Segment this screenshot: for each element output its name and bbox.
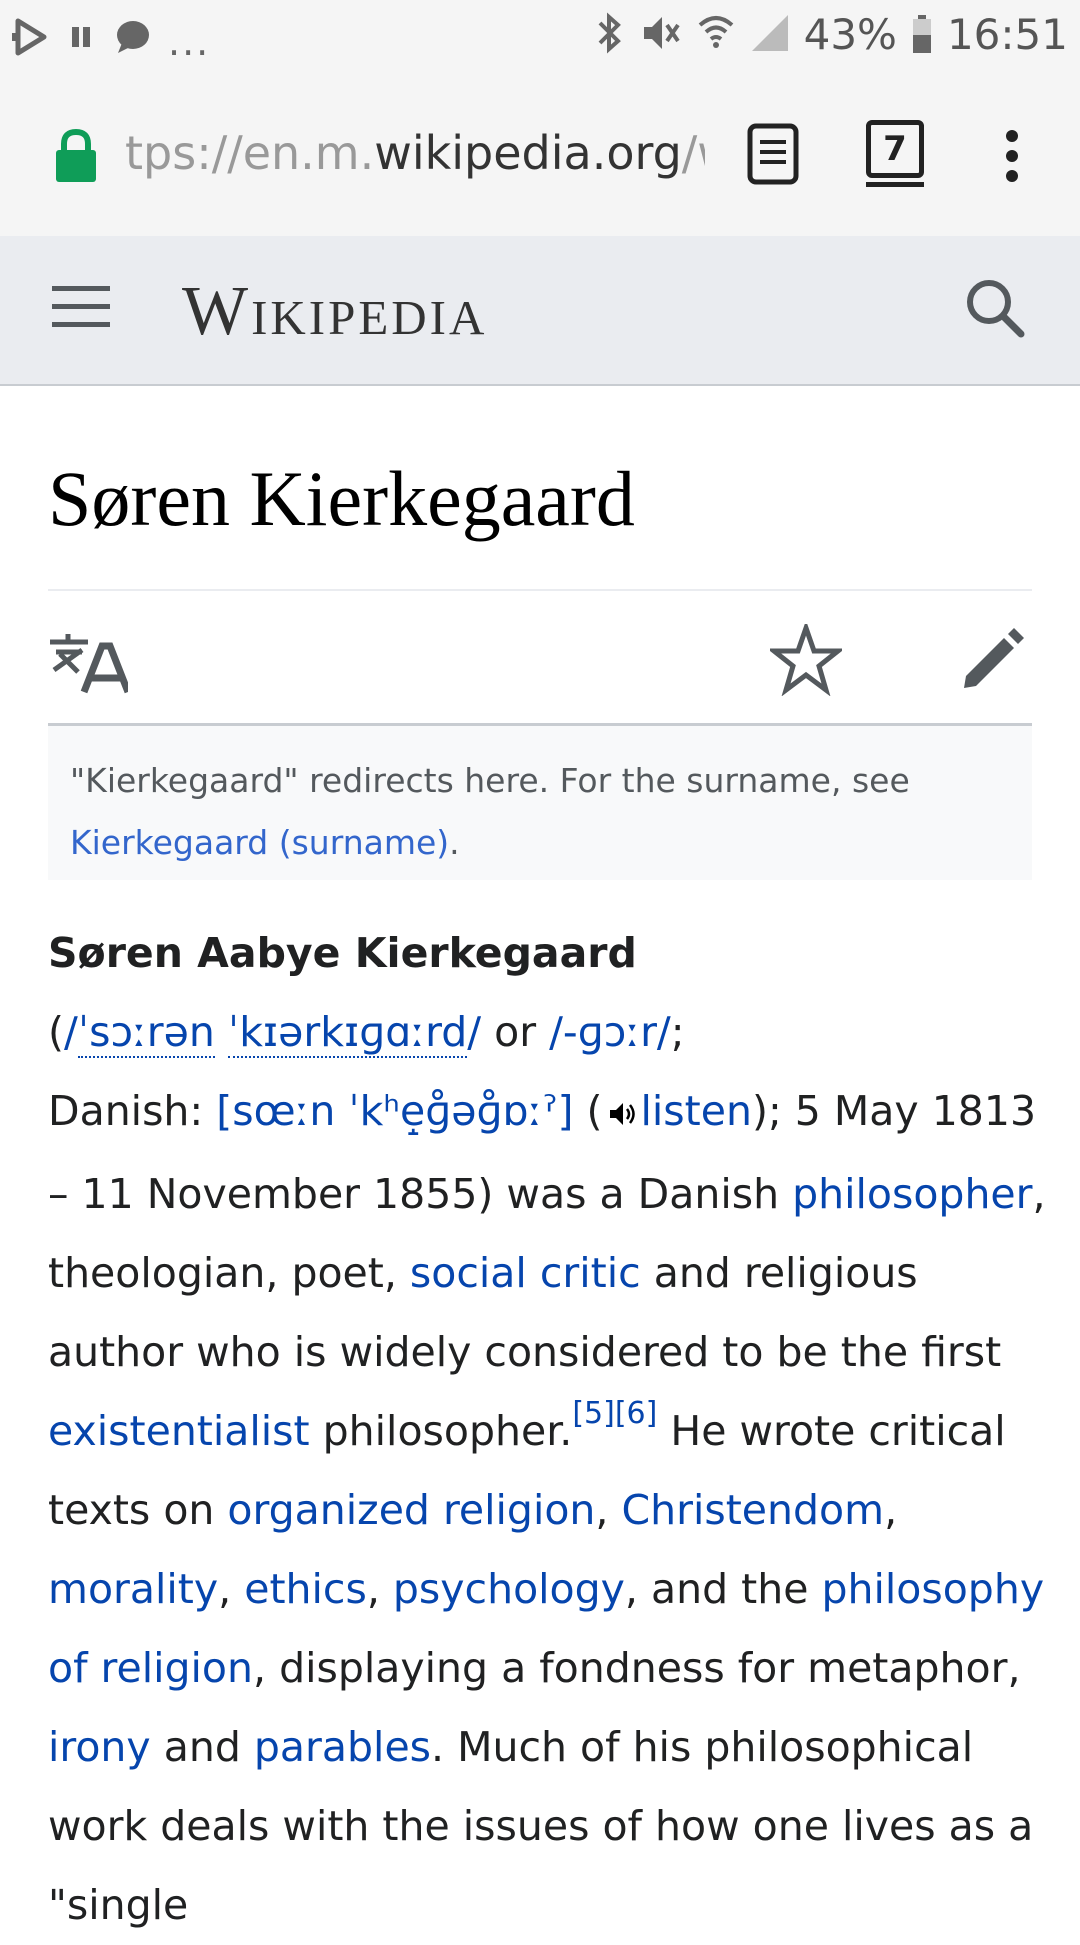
more-notifications: ... [168,20,211,64]
ipa-link[interactable]: /ˈsɔːrən ˈkɪərkɪɡɑːrd/ [64,1008,481,1058]
link-philosopher[interactable]: philosopher [792,1170,1032,1218]
battery-icon [911,11,933,59]
listen-link[interactable]: listen [641,1087,752,1135]
ipa-slash: / [64,1008,78,1056]
redirect-hatnote: "Kierkegaard" redirects here. For the su… [48,726,1032,880]
article-subject-name: Søren Aabye Kierkegaard [48,929,637,977]
page-actions [48,616,1032,706]
overflow-menu-icon[interactable] [1004,130,1020,186]
text-run: , displaying a fondness for metaphor, [253,1644,1021,1692]
link-existentialist[interactable]: existentialist [48,1407,310,1455]
text-run: Danish: [48,1087,217,1135]
text-run: , [884,1486,898,1534]
hatnote-link[interactable]: Kierkegaard (surname) [70,823,449,862]
hamburger-menu-icon[interactable] [52,284,110,334]
intro-paragraph: Søren Aabye Kierkegaard (/ˈsɔːrən ˈkɪərkɪ… [48,914,1048,1945]
watch-star-icon[interactable] [766,620,846,700]
bluetooth-icon [596,11,624,59]
url-domain: wikipedia.org [374,126,682,180]
hatnote-end: . [449,823,460,862]
wiki-header: Wikipedia [0,236,1080,386]
lock-icon[interactable] [52,128,100,188]
wikipedia-wordmark[interactable]: Wikipedia [182,272,487,352]
text-run: philosopher. [309,1407,573,1455]
ipa-alt-link[interactable]: /-ɡɔːr/ [549,1008,671,1056]
reader-mode-icon[interactable] [746,122,800,190]
text-run: and [150,1723,254,1771]
tab-switcher-button[interactable]: 7 [866,120,924,187]
battery-percent: 43% [803,10,897,59]
browser-toolbar: tps://en.m.wikipedia.org/wi 7 [0,78,1080,236]
link-christendom[interactable]: Christendom [622,1486,885,1534]
play-outline-icon [10,17,50,61]
ipa-first-name: ˈsɔːrən [77,1008,215,1058]
text-run: ( [48,1008,64,1056]
page-title: Søren Kierkegaard [48,455,635,542]
danish-ipa-link[interactable]: [sœːn ˈkʰe̝ɡ̊əɡ̊ɒːˀ] [216,1087,573,1135]
link-morality[interactable]: morality [48,1565,218,1613]
address-bar[interactable]: tps://en.m.wikipedia.org/wi [125,126,705,190]
citation-5[interactable]: [5] [572,1396,615,1431]
text-run: , and the [624,1565,822,1613]
vibrate-mute-icon [638,11,682,59]
ipa-slash: / [467,1008,482,1056]
status-right: 43% 16:51 [596,10,1068,59]
link-social-critic[interactable]: social critic [410,1249,641,1297]
link-irony[interactable]: irony [48,1723,151,1771]
text-run: , [366,1565,393,1613]
text-run: , [218,1565,245,1613]
status-bar: ... 43% 16:51 [0,0,1080,78]
pause-icon [66,17,96,61]
link-psychology[interactable]: psychology [393,1565,625,1613]
link-parables[interactable]: parables [254,1723,431,1771]
cell-signal-icon [750,11,790,59]
text-run: ( [573,1087,603,1135]
url-suffix: /wi [681,126,705,180]
link-ethics[interactable]: ethics [244,1565,367,1613]
status-left: ... [10,14,210,64]
text-run: or [481,1008,550,1056]
ipa-surname: ˈkɪərkɪɡɑːrd [227,1008,468,1058]
hatnote-text: "Kierkegaard" redirects here. For the su… [70,761,910,800]
link-organized-religion[interactable]: organized religion [227,1486,595,1534]
url-prefix: tps://en.m. [125,126,375,180]
speaker-icon[interactable] [607,1076,637,1155]
search-icon[interactable] [963,276,1027,344]
citation-6[interactable]: [6] [615,1396,658,1431]
language-icon[interactable] [48,630,132,698]
text-run: , [595,1486,622,1534]
clock: 16:51 [946,10,1068,59]
chat-bubble-icon [112,17,152,61]
wifi-icon [696,11,736,59]
text-run: ; [670,1008,685,1056]
title-divider [48,589,1032,591]
edit-pencil-icon[interactable] [960,626,1026,696]
citations: [5][6] [572,1396,657,1431]
